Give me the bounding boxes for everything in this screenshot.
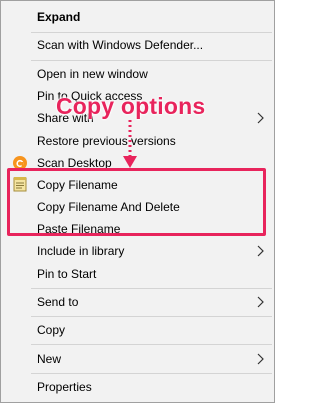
chevron-right-icon	[257, 112, 264, 124]
menu-separator	[31, 32, 272, 33]
menu-item-copy[interactable]: Copy	[1, 319, 274, 341]
menu-item-expand[interactable]: Expand	[1, 6, 274, 28]
menu-item-label: Send to	[37, 295, 79, 309]
menu-item-new[interactable]: New	[1, 348, 274, 370]
menu-separator	[31, 316, 272, 317]
menu-item-label: Properties	[37, 380, 92, 394]
menu-separator	[31, 344, 272, 345]
menu-item-include-library[interactable]: Include in library	[1, 240, 274, 262]
chevron-right-icon	[257, 296, 264, 308]
menu-item-send-to[interactable]: Send to	[1, 291, 274, 313]
menu-separator	[31, 288, 272, 289]
chevron-right-icon	[257, 353, 264, 365]
menu-item-label: New	[37, 352, 62, 366]
menu-item-label: Copy	[37, 323, 66, 337]
menu-separator	[31, 373, 272, 374]
callout-highlight-box	[7, 168, 266, 236]
callout-label: Copy options	[56, 93, 206, 119]
menu-item-properties[interactable]: Properties	[1, 376, 274, 398]
menu-item-label: Scan with Windows Defender...	[37, 38, 204, 52]
menu-item-scan-defender[interactable]: Scan with Windows Defender...	[1, 34, 274, 56]
menu-item-label: Expand	[37, 10, 81, 24]
menu-separator	[31, 60, 272, 61]
menu-item-open-new-window[interactable]: Open in new window	[1, 63, 274, 85]
chevron-right-icon	[257, 245, 264, 257]
menu-item-label: Pin to Start	[37, 267, 97, 281]
menu-item-label: Restore previous versions	[37, 134, 176, 148]
menu-item-label: Open in new window	[37, 67, 148, 81]
callout-arrow-icon	[123, 120, 137, 168]
menu-item-label: Include in library	[37, 244, 125, 258]
menu-item-pin-start[interactable]: Pin to Start	[1, 263, 274, 285]
